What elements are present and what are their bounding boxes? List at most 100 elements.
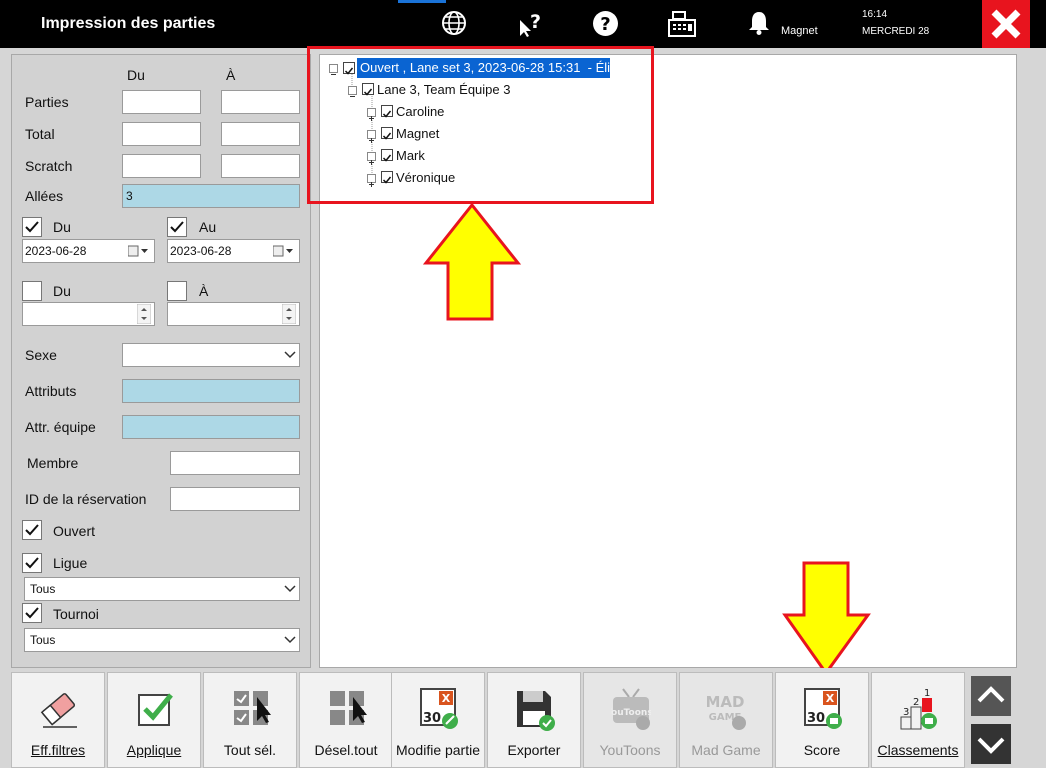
select-all-icon — [234, 691, 271, 725]
standings-print-icon: 3 2 1 — [900, 688, 937, 730]
svg-text:3: 3 — [903, 707, 909, 718]
deselect-all-button[interactable]: Désel.tout — [299, 672, 393, 768]
score-print-icon: X 30 — [804, 688, 842, 729]
edit-game-button[interactable]: X 30 Modifie partie — [391, 672, 485, 768]
ligue-select[interactable]: Tous — [24, 577, 300, 601]
ligue-checkbox[interactable] — [22, 553, 42, 573]
user-name: Magnet — [781, 25, 818, 37]
arrow-up-annotation — [422, 203, 522, 321]
chevron-down-icon — [284, 636, 296, 644]
attributs-input[interactable] — [122, 379, 300, 403]
reservation-input[interactable] — [170, 487, 300, 511]
close-button[interactable] — [982, 0, 1030, 48]
globe-icon[interactable] — [441, 10, 467, 36]
clock-time: 16:14 — [862, 9, 888, 20]
export-button[interactable]: Exporter — [487, 672, 581, 768]
date-from-label: Du — [53, 219, 71, 235]
ligue-label: Ligue — [53, 555, 88, 571]
date-from-value: 2023-06-28 — [25, 244, 87, 258]
arrow-down-annotation — [782, 561, 871, 676]
svg-text:X: X — [442, 692, 451, 705]
deselect-all-icon — [330, 691, 367, 725]
scratch-to-input[interactable] — [221, 154, 300, 178]
svg-text:1: 1 — [924, 688, 930, 699]
range-to-checkbox[interactable] — [167, 281, 187, 301]
svg-text:2: 2 — [913, 697, 919, 708]
tournoi-label: Tournoi — [53, 606, 99, 622]
range-to-spinner[interactable] — [167, 302, 300, 326]
score-button[interactable]: X 30 Score — [775, 672, 869, 768]
help-icon[interactable]: ? — [592, 10, 619, 37]
window-title: Impression des parties — [41, 15, 216, 32]
scratch-from-input[interactable] — [122, 154, 201, 178]
range-from-spinner[interactable] — [22, 302, 155, 326]
attributs-label: Attributs — [25, 383, 77, 399]
scroll-down-button[interactable] — [971, 724, 1011, 764]
sexe-select[interactable] — [122, 343, 300, 367]
tournoi-select[interactable]: Tous — [24, 628, 300, 652]
export-label: Exporter — [507, 742, 561, 758]
total-from-input[interactable] — [122, 122, 201, 146]
score-label: Score — [803, 742, 841, 758]
youtoons-button[interactable]: YouToons YouToons — [583, 672, 677, 768]
svg-text:X: X — [826, 692, 835, 705]
date-from-checkbox[interactable] — [22, 217, 42, 237]
svg-text:?: ? — [530, 11, 541, 33]
close-icon — [991, 9, 1021, 39]
parties-to-input[interactable] — [221, 90, 300, 114]
range-from-label: Du — [53, 283, 71, 299]
edit-game-label: Modifie partie — [395, 742, 481, 758]
column-to-label: À — [226, 67, 236, 83]
parties-from-input[interactable] — [122, 90, 201, 114]
cursor-help-icon[interactable]: ? — [516, 10, 544, 38]
chevron-up-icon — [977, 686, 1005, 703]
range-to-label: À — [199, 283, 209, 299]
mad-game-label: Mad Game — [691, 742, 761, 758]
spinner-arrows-icon[interactable] — [282, 304, 296, 324]
apply-button[interactable]: Applique — [107, 672, 201, 768]
calendar-dropdown-icon[interactable] — [273, 245, 295, 257]
clear-filters-label: Eff.filtres — [30, 742, 86, 758]
spinner-arrows-icon[interactable] — [137, 304, 151, 324]
date-to-checkbox[interactable] — [167, 217, 187, 237]
clear-filters-button[interactable]: Eff.filtres — [11, 672, 105, 768]
active-indicator — [398, 0, 446, 3]
range-from-checkbox[interactable] — [22, 281, 42, 301]
chevron-down-icon — [284, 351, 296, 359]
date-to-label: Au — [199, 219, 217, 235]
ouvert-checkbox[interactable] — [22, 520, 42, 540]
scroll-up-button[interactable] — [971, 676, 1011, 716]
ouvert-label: Ouvert — [53, 523, 96, 539]
svg-text:30: 30 — [807, 711, 825, 726]
allees-input[interactable]: 3 — [122, 184, 300, 208]
date-to-value: 2023-06-28 — [170, 244, 232, 258]
check-icon — [25, 557, 39, 569]
edit-game-icon: X 30 — [420, 688, 458, 729]
membre-input[interactable] — [170, 451, 300, 475]
check-icon — [170, 221, 184, 233]
bell-icon[interactable] — [748, 11, 770, 35]
svg-text:30: 30 — [423, 711, 441, 726]
attr-equipe-input[interactable] — [122, 415, 300, 439]
mad-game-button[interactable]: MAD GAME Mad Game — [679, 672, 773, 768]
scratch-label: Scratch — [25, 158, 73, 174]
deselect-all-label: Désel.tout — [314, 742, 378, 758]
attr-equipe-label: Attr. équipe — [25, 419, 96, 435]
check-icon — [25, 607, 39, 619]
apply-label: Applique — [126, 742, 182, 758]
floppy-save-icon — [517, 691, 555, 731]
total-to-input[interactable] — [221, 122, 300, 146]
cash-register-icon[interactable] — [667, 10, 697, 38]
total-label: Total — [25, 126, 55, 142]
standings-button[interactable]: 3 2 1 Classements — [871, 672, 965, 768]
select-all-button[interactable]: Tout sél. — [203, 672, 297, 768]
youtoons-label: YouToons — [599, 742, 661, 758]
svg-text:MAD: MAD — [707, 693, 745, 711]
calendar-dropdown-icon[interactable] — [128, 245, 150, 257]
check-icon — [25, 524, 39, 536]
highlight-box — [307, 46, 654, 204]
eraser-icon — [40, 693, 77, 728]
tournoi-checkbox[interactable] — [22, 603, 42, 623]
parties-label: Parties — [25, 94, 69, 110]
svg-text:?: ? — [600, 14, 610, 35]
